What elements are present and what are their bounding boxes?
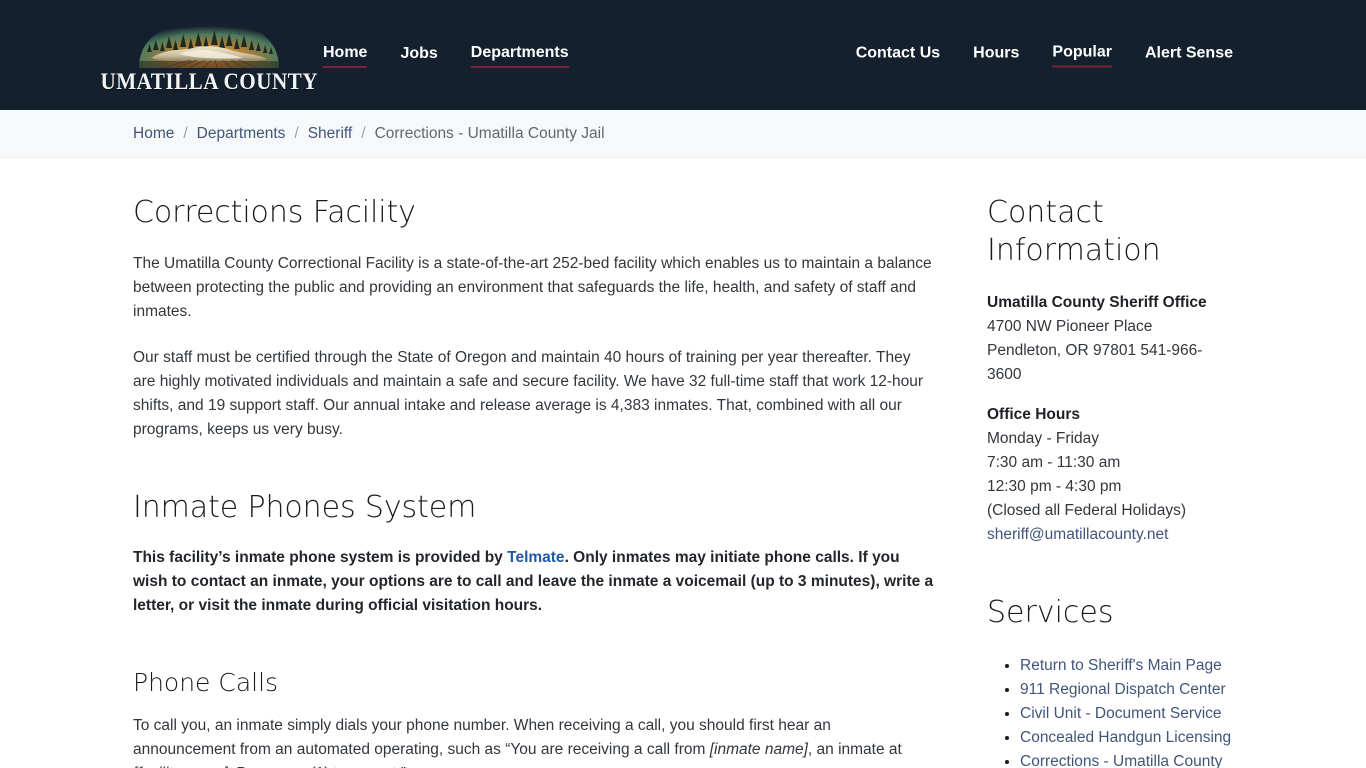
phone-calls-text-part-2: , an inmate at	[807, 741, 902, 759]
intro-paragraph-1: The Umatilla County Correctional Facilit…	[133, 254, 932, 320]
breadcrumb-item-departments[interactable]: Departments	[197, 125, 286, 143]
nav-item-jobs[interactable]: Jobs	[400, 44, 437, 67]
breadcrumb-separator: /	[183, 124, 188, 142]
breadcrumb-item-sheriff[interactable]: Sheriff	[308, 125, 353, 143]
nav-item-departments[interactable]: Departments	[470, 43, 569, 68]
list-item: Return to Sheriff's Main Page	[1020, 654, 1233, 678]
breadcrumb-separator: /	[294, 124, 299, 142]
sidebar-title-services: Services	[987, 595, 1114, 630]
sheriff-office-name: Umatilla County Sheriff Office	[987, 294, 1207, 311]
section-title-inmate-phones: Inmate Phones System	[133, 489, 477, 525]
breadcrumb-item-current: Corrections - Umatilla County Jail	[374, 124, 605, 142]
office-hours-afternoon: 12:30 pm - 4:30 pm	[987, 478, 1122, 495]
primary-nav-right: Contact Us Hours Popular Alert Sense	[856, 43, 1233, 68]
service-link-sheriff-main-page[interactable]: Return to Sheriff's Main Page	[1020, 657, 1222, 674]
page-body: Corrections Facility The Umatilla County…	[0, 158, 1366, 768]
service-link-civil-unit[interactable]: Civil Unit - Document Service	[1020, 705, 1222, 722]
office-hours-morning: 7:30 am - 11:30 am	[987, 454, 1121, 471]
service-link-corrections-jail[interactable]: Corrections - Umatilla County Jail	[1020, 753, 1222, 768]
sheriff-email-link[interactable]: sheriff@umatillacounty.net	[987, 523, 1233, 547]
list-item: Civil Unit - Document Service	[1020, 702, 1233, 726]
umatilla-county-landscape-emblem-icon	[133, 18, 285, 68]
phone-calls-paragraph: To call you, an inmate simply dials your…	[133, 714, 935, 768]
contact-spacer	[987, 387, 1233, 403]
sidebar: Contact Information Umatilla County Sher…	[965, 158, 1233, 768]
breadcrumb: Home / Departments / Sheriff / Correctio…	[133, 125, 605, 143]
nav-item-alert-sense[interactable]: Alert Sense	[1145, 44, 1233, 67]
inmate-phones-paragraph: This facility’s inmate phone system is p…	[133, 546, 935, 618]
list-item: Corrections - Umatilla County Jail	[1020, 750, 1233, 768]
sidebar-title-contact-information: Contact Information	[987, 195, 1161, 268]
breadcrumb-separator: /	[361, 124, 366, 142]
office-hours-note: (Closed all Federal Holidays)	[987, 502, 1186, 519]
office-hours-label: Office Hours	[987, 406, 1081, 423]
page-title: Corrections Facility	[133, 195, 416, 230]
breadcrumb-bar: Home / Departments / Sheriff / Correctio…	[0, 110, 1366, 158]
address-line-1: 4700 NW Pioneer Place	[987, 318, 1153, 335]
site-logo-link[interactable]: UMATILLA COUNTY	[100, 18, 317, 93]
brand-wordmark: UMATILLA COUNTY	[100, 68, 318, 94]
primary-nav-left: Home Jobs Departments	[323, 43, 569, 68]
office-hours-days: Monday - Friday	[987, 430, 1099, 447]
telmate-link[interactable]: Telmate	[507, 549, 564, 566]
inmate-phones-text-part-1: This facility’s inmate phone system is p…	[133, 549, 508, 566]
site-header: UMATILLA COUNTY Home Jobs Departments Co…	[0, 0, 1366, 110]
subsection-title-phone-calls: Phone Calls	[133, 668, 279, 697]
list-item: 911 Regional Dispatch Center	[1020, 678, 1233, 702]
contact-information-block: Umatilla County Sheriff Office 4700 NW P…	[987, 291, 1233, 547]
list-item: Concealed Handgun Licensing	[1020, 726, 1233, 750]
nav-item-contact-us[interactable]: Contact Us	[856, 44, 940, 67]
main-content: Corrections Facility The Umatilla County…	[133, 158, 965, 768]
services-list: Return to Sheriff's Main Page 911 Region…	[987, 654, 1233, 768]
phone-calls-placeholder-inmate-name: [inmate name]	[709, 741, 808, 759]
intro-paragraph-2: Our staff must be certified through the …	[133, 348, 924, 438]
breadcrumb-item-home[interactable]: Home	[133, 125, 174, 143]
address-line-2: Pendleton, OR 97801 541-966-3600	[987, 342, 1203, 383]
nav-item-popular[interactable]: Popular	[1052, 43, 1112, 68]
service-link-concealed-handgun[interactable]: Concealed Handgun Licensing	[1020, 729, 1231, 746]
nav-item-home[interactable]: Home	[323, 43, 368, 68]
nav-item-hours[interactable]: Hours	[973, 44, 1019, 67]
service-link-911-dispatch[interactable]: 911 Regional Dispatch Center	[1020, 681, 1226, 698]
